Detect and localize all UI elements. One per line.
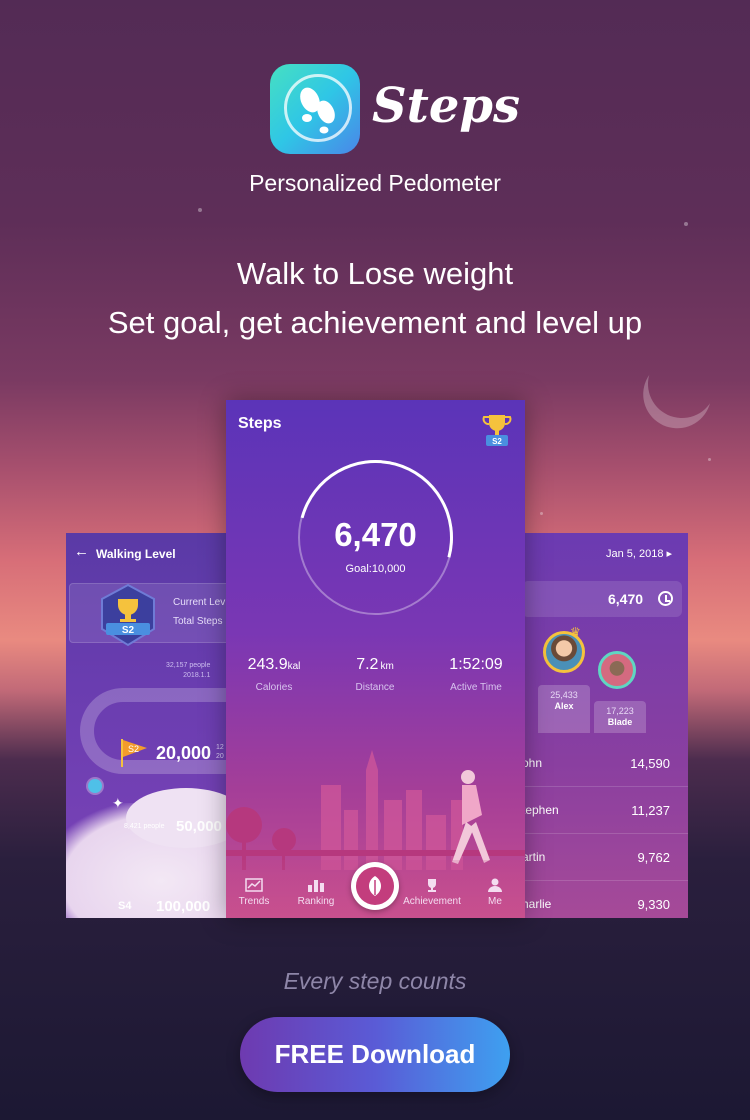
star-decoration (684, 222, 688, 226)
my-steps-value: 6,470 (608, 591, 644, 607)
current-level-label: Current Lev (173, 597, 226, 608)
trophy-icon[interactable]: S2 (480, 412, 514, 448)
planet-icon (88, 779, 102, 793)
calories-metric: 243.9kal Calories (247, 656, 301, 693)
ranking-icon (308, 880, 324, 892)
level-s2-steps: 20,000 (156, 743, 212, 763)
star-decoration (540, 512, 543, 515)
level-s2-side: 12 20 (216, 744, 224, 760)
city-walker-illustration (226, 750, 525, 870)
level-flag-icon: S2 (121, 739, 147, 767)
app-name: Steps (372, 78, 520, 134)
app-subtitle: Personalized Pedometer (249, 170, 501, 196)
level-badge-text: S2 (122, 625, 135, 636)
avatar (598, 651, 636, 689)
level-s3-people: 8,421 people (124, 823, 165, 830)
screen-title: Steps (238, 415, 282, 432)
moon-decoration (638, 340, 725, 427)
steps-main-screen: Steps S2 6,470 Goal:10,000 243.9kal Calo… (226, 400, 525, 918)
nav-trends[interactable]: Trends (226, 878, 284, 907)
trends-icon (245, 878, 263, 892)
tagline-line-2: Set goal, get achievement and level up (107, 305, 643, 340)
svg-text:S2: S2 (128, 744, 139, 754)
profile-icon (488, 878, 502, 892)
level-stat: 32,157 people 2018.1.1 (166, 662, 211, 679)
star-decoration (708, 458, 711, 461)
distance-metric: 7.2 km Distance (355, 656, 395, 693)
footer-caption: Every step counts (283, 968, 467, 994)
walking-level-title: Walking Level (96, 547, 176, 561)
tagline-line-1: Walk to Lose weight (236, 256, 514, 291)
nav-ranking[interactable]: Ranking (286, 878, 346, 907)
level-s4-steps: 100,000 (156, 898, 211, 915)
star-decoration (198, 208, 202, 212)
list-item[interactable]: harlie 9,330 (512, 881, 688, 918)
level-s3-steps: 50,000 (176, 818, 222, 835)
podium-second: 25,433 Alex (538, 685, 590, 733)
app-logo-icon (270, 64, 360, 154)
step-goal: Goal:10,000 (345, 563, 406, 575)
step-count: 6,470 (334, 516, 417, 553)
achievement-icon (428, 879, 436, 892)
svg-text:S2: S2 (492, 437, 502, 446)
ranking-date[interactable]: Jan 5, 2018 ▸ (606, 547, 672, 560)
active-time-metric: 1:52:09 Active Time (449, 656, 503, 693)
leaf-icon (369, 876, 381, 896)
total-steps-label: Total Steps (173, 616, 223, 627)
nav-me[interactable]: Me (465, 878, 525, 907)
walking-level-screen: ← Walking Level S2 Current Lev Total Ste… (66, 533, 236, 918)
level-s4-flag: S4 (118, 900, 132, 912)
history-clock-icon[interactable] (658, 591, 673, 606)
nav-achievement[interactable]: Achievement (401, 878, 463, 907)
home-leaf-button[interactable] (351, 862, 399, 910)
ranking-screen: Jan 5, 2018 ▸ 6,470 ♛ 25,433 Alex 17,223 B… (512, 533, 688, 918)
list-item[interactable]: artin 9,762 (512, 834, 688, 881)
list-item[interactable]: tephen 11,237 (512, 787, 688, 834)
level-badge-icon: S2 (101, 583, 155, 647)
crown-icon: ♛ (570, 625, 581, 639)
back-arrow-icon[interactable]: ← (74, 543, 89, 560)
ranking-list: ohn 14,590 tephen 11,237 artin 9,762 harlie… (512, 740, 688, 918)
list-item[interactable]: ohn 14,590 (512, 740, 688, 787)
podium-third: 17,223 Blade (594, 701, 646, 733)
free-download-button[interactable]: FREE Download (240, 1017, 510, 1092)
